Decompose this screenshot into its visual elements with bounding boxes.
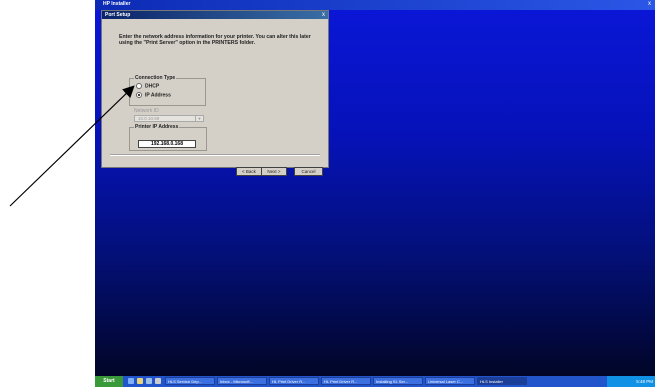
annotation-arrow bbox=[9, 85, 135, 207]
arrow-line bbox=[9, 85, 135, 207]
